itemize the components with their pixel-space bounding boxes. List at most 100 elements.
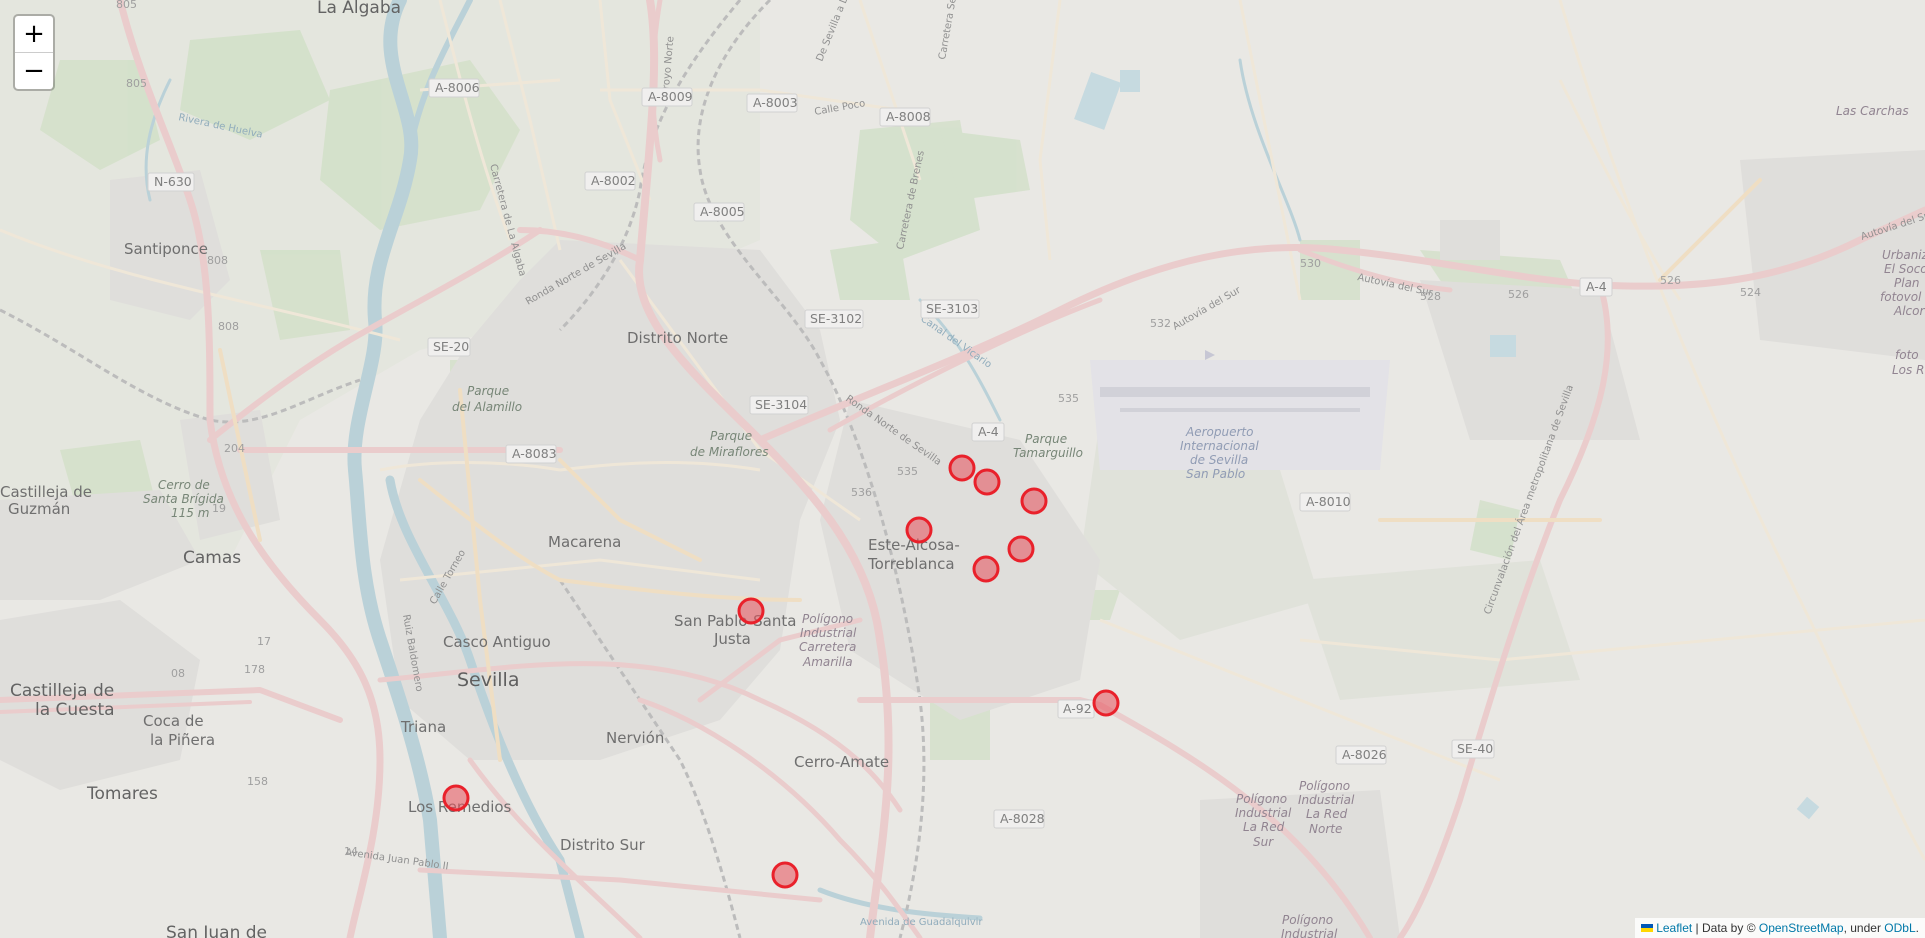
poligono-carretera-2: Industrial: [800, 626, 857, 640]
urb-2: El Soco: [1884, 262, 1925, 276]
svg-text:A-92: A-92: [1063, 701, 1092, 716]
road-178: 178: [244, 663, 265, 676]
shield-a8003: A-8003: [746, 93, 798, 113]
svg-text:SE-20: SE-20: [433, 339, 469, 354]
place-coca-1: Coca de: [143, 712, 204, 730]
zoom-in-button[interactable]: +: [15, 16, 53, 52]
poligono-carretera-3: Carretera: [799, 640, 856, 654]
place-castilleja-guzman-1: Castilleja de: [0, 483, 92, 501]
shield-a8010: A-8010: [1299, 492, 1351, 512]
urb-1: Urbaniz: [1882, 248, 1925, 262]
zoom-control: + −: [13, 14, 55, 91]
road-526b: 526: [1660, 274, 1681, 287]
park-tamarguillo-2: Tamarguillo: [1013, 446, 1083, 460]
airport-2: Internacional: [1180, 439, 1259, 453]
svg-text:A-8006: A-8006: [435, 80, 480, 95]
map-marker-4[interactable]: [905, 516, 933, 544]
map-marker-7[interactable]: [737, 597, 765, 625]
shield-a8083: A-8083: [505, 444, 557, 464]
svg-text:A-8005: A-8005: [700, 204, 745, 219]
svg-text:A-8028: A-8028: [1000, 811, 1045, 826]
shield-se3103: SE-3103: [920, 299, 980, 319]
svg-text:N-630: N-630: [154, 174, 192, 189]
place-coca-2: la Piñera: [150, 731, 215, 749]
road-535: 535: [1058, 392, 1079, 405]
svg-text:A-4: A-4: [1586, 279, 1607, 294]
place-nervion: Nervión: [606, 729, 664, 747]
poligono-red-norte-2: Industrial: [1298, 793, 1355, 807]
map-marker-5[interactable]: [1007, 535, 1035, 563]
poligono-carretera-1: Polígono: [802, 612, 853, 626]
road-08: 08: [171, 667, 185, 680]
attribution-end-text: .: [1915, 921, 1919, 935]
map-marker-3[interactable]: [1020, 487, 1048, 515]
zoom-out-button[interactable]: −: [15, 52, 53, 89]
place-san-pablo-2: Justa: [713, 630, 751, 648]
road-805b: 805: [126, 77, 147, 90]
svg-text:A-8008: A-8008: [886, 109, 931, 124]
shield-se3102: SE-3102: [804, 309, 864, 329]
place-cerro-amate: Cerro-Amate: [794, 753, 889, 771]
airport-3: de Sevilla: [1190, 453, 1248, 467]
road-530: 530: [1300, 257, 1321, 270]
place-castilleja-cuesta-1: Castilleja de: [10, 681, 114, 701]
svg-text:A-8010: A-8010: [1306, 494, 1351, 509]
svg-text:SE-3103: SE-3103: [926, 301, 978, 316]
place-distrito-sur: Distrito Sur: [560, 836, 646, 854]
park-alamillo-2: del Alamillo: [452, 400, 522, 414]
poligono-red-norte-1: Polígono: [1299, 779, 1350, 793]
shield-a92: A-92: [1057, 699, 1095, 719]
road-808b: 808: [218, 320, 239, 333]
foto-1: foto: [1895, 348, 1919, 362]
attribution-under-text: , under: [1843, 921, 1885, 935]
map-marker-10[interactable]: [771, 861, 799, 889]
svg-text:SE-40: SE-40: [1457, 741, 1493, 756]
leaflet-link[interactable]: Leaflet: [1656, 921, 1692, 935]
road-805: 805: [116, 0, 137, 11]
shield-a8006: A-8006: [428, 78, 480, 98]
svg-text:A-8002: A-8002: [591, 173, 636, 188]
shield-a4: A-4: [971, 422, 1005, 442]
place-distrito-norte: Distrito Norte: [627, 329, 728, 347]
road-524: 524: [1740, 286, 1761, 299]
poligono-red-sur-1: Polígono: [1236, 792, 1287, 806]
place-castilleja-guzman-2: Guzmán: [8, 500, 70, 518]
park-miraflores-2: de Miraflores: [690, 445, 768, 459]
shield-a8009: A-8009: [641, 87, 693, 107]
urb-5: Alcor: [1893, 304, 1925, 318]
map-marker-2[interactable]: [973, 468, 1001, 496]
place-las-carchas: Las Carchas: [1836, 104, 1909, 118]
road-19: 19: [212, 502, 226, 515]
foto-2: Los R: [1892, 363, 1924, 377]
place-casco-antiguo: Casco Antiguo: [443, 633, 551, 651]
urb-4: fotovol: [1880, 290, 1922, 304]
basemap-tiles[interactable]: La Algaba Santiponce Camas Castilleja de…: [0, 0, 1925, 938]
urb-3: Plan: [1894, 276, 1920, 290]
map-marker-6[interactable]: [972, 555, 1000, 583]
place-sevilla: Sevilla: [457, 669, 519, 691]
park-miraflores-1: Parque: [710, 429, 752, 443]
map-marker-9[interactable]: [442, 784, 470, 812]
road-532: 532: [1150, 317, 1171, 330]
ukraine-flag-icon: [1641, 923, 1654, 932]
map-marker-8[interactable]: [1092, 689, 1120, 717]
poligono-carretera-4: Amarilla: [802, 655, 853, 669]
airport-4: San Pablo: [1186, 467, 1245, 481]
map-container[interactable]: La Algaba Santiponce Camas Castilleja de…: [0, 0, 1925, 938]
road-204: 204: [224, 442, 245, 455]
road-808: 808: [207, 254, 228, 267]
shield-a4-east: A-4: [1579, 277, 1613, 297]
poligono-bottom-1: Polígono: [1282, 913, 1333, 927]
poligono-bottom-2: Industrial: [1281, 927, 1338, 938]
svg-text:SE-3104: SE-3104: [755, 397, 807, 412]
svg-text:A-8003: A-8003: [753, 95, 798, 110]
svg-text:SE-3102: SE-3102: [810, 311, 862, 326]
peak-brigida-1: Cerro de: [158, 478, 210, 492]
road-536: 536: [851, 486, 872, 499]
poligono-red-sur-2: Industrial: [1235, 806, 1292, 820]
map-marker-1[interactable]: [948, 454, 976, 482]
place-macarena: Macarena: [548, 533, 621, 551]
osm-link[interactable]: OpenStreetMap: [1759, 921, 1844, 935]
odbl-link[interactable]: ODbL: [1884, 921, 1915, 935]
shield-a8002: A-8002: [584, 171, 636, 191]
